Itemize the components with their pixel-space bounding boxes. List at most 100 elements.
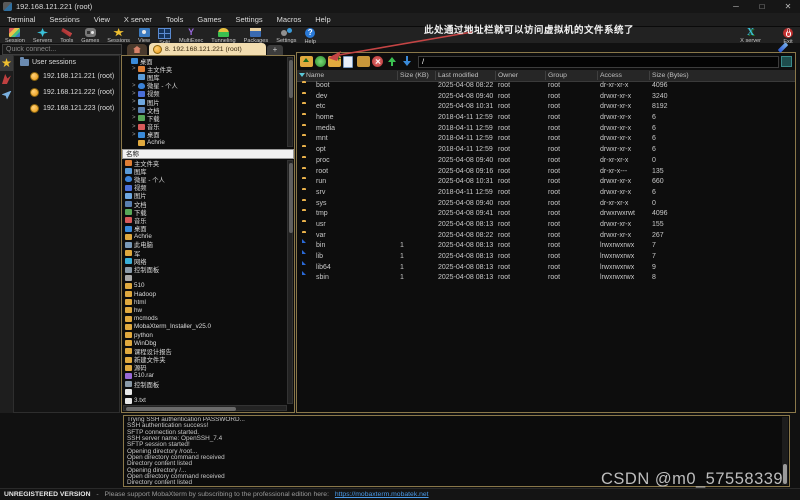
list-item-视频[interactable]: 视频 [122,184,287,192]
file-row-media[interactable]: media2018-04-11 12:59rootrootdrwxr-xr-x6 [297,124,795,135]
file-group: root [548,188,560,199]
quick-connect-input[interactable] [2,44,122,55]
list-item-label: 510 [134,282,145,289]
menu-tools[interactable]: Tools [159,13,191,26]
menu-sessions[interactable]: Sessions [42,13,86,26]
file-row-home[interactable]: home2018-04-11 12:59rootrootdrwxr-xr-x6 [297,113,795,124]
column-header-group[interactable]: Group [548,70,567,81]
file-row-root[interactable]: root2025-04-08 09:16rootrootdr-xr-x---13… [297,167,795,178]
menu-x-server[interactable]: X server [117,13,159,26]
session-item-192-168-121-222-root[interactable]: 192.168.121.222 (root) [14,84,119,100]
list-item-音乐[interactable]: 音乐 [122,216,287,224]
column-header-size-bytes[interactable]: Size (Bytes) [652,70,689,81]
file-group: root [548,124,560,135]
sidebar-tab-macros[interactable] [0,87,13,103]
picture-icon [138,99,145,105]
file-row-sys[interactable]: sys2025-04-08 09:40rootrootdr-xr-xr-x0 [297,199,795,210]
tree-scrollbar[interactable] [287,57,293,147]
column-header-access[interactable]: Access [600,70,622,81]
tree-scrollbar-thumb[interactable] [289,60,293,98]
folder-icon [125,250,132,256]
column-header-name[interactable]: Name [306,70,324,81]
menu-games[interactable]: Games [190,13,228,26]
list-item-unnamed[interactable] [122,388,287,396]
list-scrollbar-thumb[interactable] [289,163,293,233]
file-row-run[interactable]: run2025-04-08 10:31rootrootdrwxr-xr-x660 [297,177,795,188]
file-row-opt[interactable]: opt2018-04-11 12:59rootrootdrwxr-xr-x6 [297,145,795,156]
menu-settings[interactable]: Settings [229,13,270,26]
sidebar-tab-tools[interactable] [0,71,13,87]
list-item-军[interactable]: 军 [122,249,287,257]
list-item-此电脑[interactable]: 此电脑 [122,241,287,249]
minimize-button[interactable]: ─ [724,0,748,13]
tree-item-桌面[interactable]: >桌面 [122,131,287,139]
list-hscrollbar-thumb[interactable] [126,407,236,411]
new-tab-button[interactable]: + [267,45,283,55]
list-item-hadoop[interactable]: Hadoop [122,290,287,298]
music-icon [125,217,132,223]
list-item-图片[interactable]: 图片 [122,192,287,200]
file-name: run [316,177,326,188]
tree-item-achrie[interactable]: Achrie [122,139,287,147]
user-sessions-root[interactable]: User sessions [14,56,119,68]
list-item-html[interactable]: html [122,298,287,306]
list-item-mcmods[interactable]: mcmods [122,315,287,323]
list-item-hw[interactable]: hw [122,306,287,314]
list-item-下载[interactable]: 下载 [122,208,287,216]
file-row-srv[interactable]: srv2018-04-11 12:59rootrootdrwxr-xr-x6 [297,188,795,199]
column-header-owner[interactable]: Owner [498,70,518,81]
file-group: root [548,199,560,210]
list-item-文档[interactable]: 文档 [122,200,287,208]
list-item-510[interactable]: 510 [122,282,287,290]
tab-active-session[interactable]: 8. 192.168.121.221 (root) [149,43,266,55]
file-owner: root [498,241,510,252]
list-item-主文件夹[interactable]: 主文件夹 [122,159,287,167]
menu-terminal[interactable]: Terminal [0,13,42,26]
tab-home[interactable] [127,44,147,55]
toolbar-button-exit[interactable]: Exit [779,27,797,45]
file-row-bin[interactable]: bin12025-04-08 08:13rootrootlrwxrwxrwx7 [297,241,795,252]
list-item-label: Achrie [134,233,152,240]
file-row-boot[interactable]: boot2025-04-08 08:22rootrootdr-xr-xr-x40… [297,81,795,92]
file-row-var[interactable]: var2025-04-08 08:22rootrootdrwxr-xr-x267 [297,231,795,242]
file-row-sbin[interactable]: sbin12025-04-08 08:13rootrootlrwxrwxrwx8 [297,273,795,284]
list-item-mobaxterm-installer-v25-0[interactable]: MobaXterm_Installer_v25.0 [122,323,287,331]
file-row-lib[interactable]: lib12025-04-08 08:13rootrootlrwxrwxrwx7 [297,252,795,263]
sidebar-tab-sessions[interactable] [0,55,13,71]
list-item-控制面板[interactable]: 控制面板 [122,265,287,273]
list-scrollbar[interactable] [287,160,293,404]
list-item-3-txt[interactable]: 3.txt [122,396,287,404]
file-row-etc[interactable]: etc2025-04-08 10:31rootrootdrwxr-xr-x819… [297,102,795,113]
list-item-python[interactable]: python [122,331,287,339]
file-access: drwxr-xr-x [600,220,631,231]
list-hscrollbar[interactable] [123,405,287,411]
file-row-usr[interactable]: usr2025-04-08 08:13rootrootdrwxr-xr-x155 [297,220,795,231]
list-item-新建文件夹[interactable]: 新建文件夹 [122,356,287,364]
close-button[interactable]: ✕ [776,0,800,13]
address-dropdown-button[interactable] [781,56,792,67]
session-item-192-168-121-223-root[interactable]: 192.168.121.223 (root) [14,100,119,116]
local-list-header[interactable]: 名称 [122,149,294,159]
list-item-unnamed[interactable] [122,274,287,282]
file-name: mnt [316,134,328,145]
file-row-mnt[interactable]: mnt2018-04-11 12:59rootrootdrwxr-xr-x6 [297,134,795,145]
status-link[interactable]: https://mobaxterm.mobatek.net [335,491,429,498]
toolbar-button-x-server[interactable]: X server [736,27,765,45]
toolbar-button-settings[interactable]: Settings [272,27,300,46]
list-item-控制面板[interactable]: 控制面板 [122,380,287,388]
file-row-tmp[interactable]: tmp2025-04-08 09:41rootrootdrwxrwxrwt409… [297,209,795,220]
list-item-桌面[interactable]: 桌面 [122,225,287,233]
file-row-lib64[interactable]: lib6412025-04-08 08:13rootrootlrwxrwxrwx… [297,263,795,274]
column-header-last-modified[interactable]: Last modified [438,70,478,81]
list-item-源码[interactable]: 源码 [122,364,287,372]
maximize-button[interactable]: □ [750,0,774,13]
session-item-192-168-121-221-root[interactable]: 192.168.121.221 (root) [14,68,119,84]
log-scrollbar-thumb[interactable] [783,464,787,484]
list-item-微星-个人[interactable]: 微星 - 个人 [122,175,287,183]
file-bytes: 7 [652,241,656,252]
file-row-proc[interactable]: proc2025-04-08 09:40rootrootdr-xr-xr-x0 [297,156,795,167]
menu-view[interactable]: View [87,13,117,26]
column-header-size-kb[interactable]: Size (KB) [400,70,429,81]
file-table-rows: boot2025-04-08 08:22rootrootdr-xr-xr-x40… [297,81,795,412]
file-row-dev[interactable]: dev2025-04-08 09:40rootrootdrwxr-xr-x324… [297,92,795,103]
